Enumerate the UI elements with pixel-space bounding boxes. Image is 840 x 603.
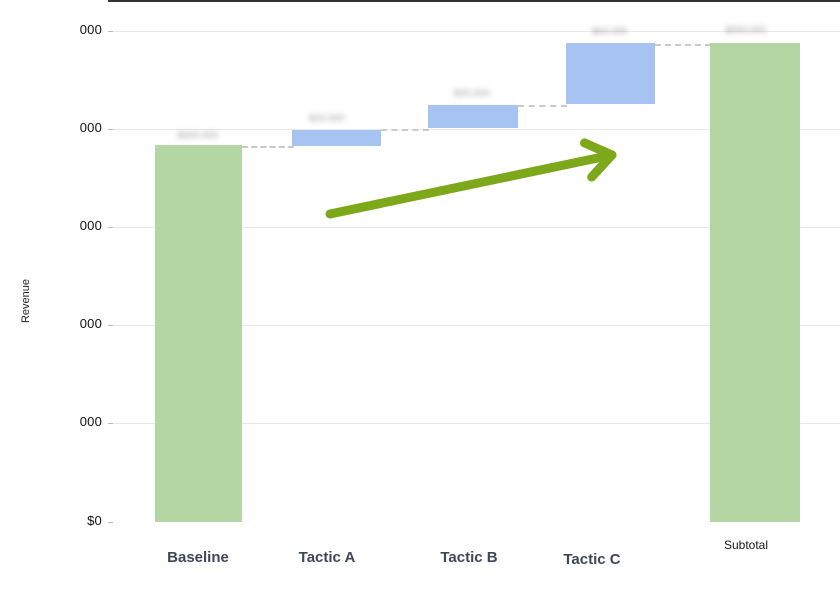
y-tick-label: 000 <box>79 316 102 331</box>
category-label-tactic-c: Tactic C <box>563 551 621 568</box>
waterfall-chart: Revenue 000 000 000 000 000 $0 $000,000 $10,00… <box>0 0 840 603</box>
category-label-tactic-a: Tactic A <box>298 549 356 566</box>
bar-tactic-a[interactable] <box>292 130 381 146</box>
y-axis-title: Revenue <box>20 278 32 324</box>
connector-c-to-subtotal <box>655 44 711 46</box>
value-label-tactic-c: $64,000 <box>592 26 628 36</box>
y-tick-mark <box>108 227 113 228</box>
category-label-subtotal: Subtotal <box>723 538 769 552</box>
y-tick-mark <box>108 423 113 424</box>
y-tick-mark <box>108 31 113 32</box>
y-tick-mark <box>108 129 113 130</box>
y-tick-label: 000 <box>79 22 102 37</box>
connector-b-to-c <box>518 105 567 107</box>
connector-baseline-to-a <box>242 146 294 148</box>
y-tick-mark <box>108 325 113 326</box>
bar-subtotal[interactable] <box>710 43 800 522</box>
value-label-tactic-b: $20,000 <box>454 88 490 98</box>
arrow-shaft <box>325 150 617 219</box>
value-label-subtotal: $000,000 <box>725 25 767 35</box>
y-tick-label: 000 <box>79 218 102 233</box>
bar-tactic-c[interactable] <box>566 43 655 104</box>
y-tick-mark <box>108 522 113 523</box>
y-tick-label: 000 <box>79 120 102 135</box>
value-label-baseline: $000,000 <box>177 130 219 140</box>
arrow-head <box>580 138 617 182</box>
x-axis-line <box>108 0 840 2</box>
y-tick-label: 000 <box>79 414 102 429</box>
value-label-tactic-a: $10,000 <box>309 113 345 123</box>
y-tick-label: $0 <box>87 513 102 528</box>
bar-tactic-b[interactable] <box>428 105 518 128</box>
bar-baseline[interactable] <box>155 145 242 522</box>
connector-a-to-b <box>381 129 429 131</box>
